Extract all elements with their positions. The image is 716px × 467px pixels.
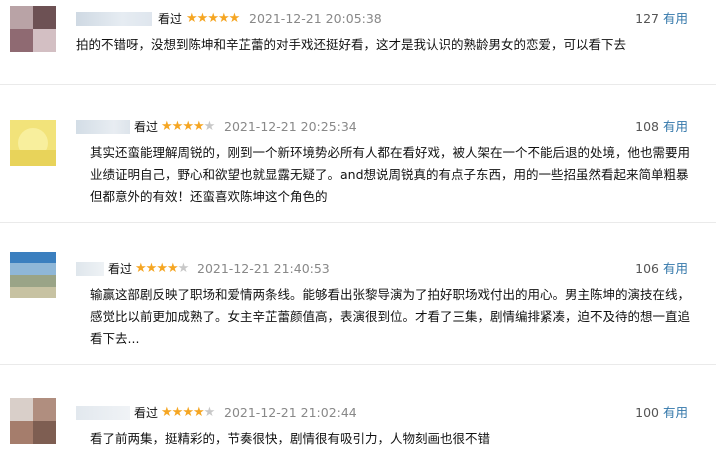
watched-label: 看过 [134,120,159,134]
useful-button[interactable]: 有用 [663,261,688,276]
star-filled-icon: ★ [182,405,194,420]
rating-stars: ★★★★★ [135,261,190,277]
star-empty-icon: ★ [203,405,216,420]
useful-votes: 106 有用 [635,261,688,277]
useful-button[interactable]: 有用 [663,119,688,134]
review-time: 2021-12-21 20:25:34 [224,119,357,134]
rating-stars: ★★★★★ [161,119,216,135]
star-filled-icon: ★ [161,119,173,134]
avatar[interactable] [10,6,56,52]
useful-votes: 127 有用 [635,11,688,27]
review-content: 拍的不错呀，没想到陈坤和辛芷蕾的对手戏还挺好看，这才是我认识的熟龄男女的恋爱，可… [76,37,627,52]
watched-label: 看过 [134,406,159,420]
username-blurred[interactable] [76,12,152,26]
star-filled-icon: ★ [171,405,184,420]
star-filled-icon: ★ [217,11,230,26]
rating-stars: ★★★★★ [186,11,241,27]
avatar[interactable] [10,252,56,298]
avatar[interactable] [10,120,56,166]
username-blurred[interactable] [76,262,104,276]
star-filled-icon: ★ [192,405,205,420]
divider [0,364,716,365]
useful-button[interactable]: 有用 [663,405,688,420]
review-time: 2021-12-21 21:02:44 [224,405,357,420]
star-filled-icon: ★ [186,11,198,26]
useful-count: 108 [635,119,659,134]
star-filled-icon: ★ [182,119,194,134]
review-content: 看了前两集，挺精彩的，节奏很快，剧情很有吸引力，人物刻画也很不错 [90,431,491,446]
review-time: 2021-12-21 21:40:53 [197,261,330,276]
watched-label: 看过 [108,262,133,276]
username-blurred[interactable] [76,406,130,420]
star-filled-icon: ★ [196,11,209,26]
review-content: 其实还蛮能理解周锐的，刚到一个新环境势必所有人都在看好戏，被人架在一个不能后退的… [90,145,691,204]
useful-votes: 108 有用 [635,119,688,135]
useful-votes: 100 有用 [635,405,688,421]
divider [0,84,716,85]
review-time: 2021-12-21 20:05:38 [249,11,382,26]
star-empty-icon: ★ [177,261,190,276]
avatar[interactable] [10,398,56,444]
star-filled-icon: ★ [171,119,184,134]
review-content: 输赢这部剧反映了职场和爱情两条线。能够看出张黎导演为了拍好职场戏付出的用心。男主… [90,287,691,346]
rating-stars: ★★★★★ [161,405,216,421]
star-filled-icon: ★ [192,119,205,134]
star-filled-icon: ★ [207,11,219,26]
useful-count: 100 [635,405,659,420]
star-empty-icon: ★ [203,119,216,134]
star-filled-icon: ★ [161,405,173,420]
star-filled-icon: ★ [228,11,241,26]
watched-label: 看过 [158,12,183,26]
useful-count: 127 [635,11,659,26]
star-filled-icon: ★ [135,261,147,276]
username-blurred[interactable] [76,120,130,134]
divider [0,222,716,223]
useful-button[interactable]: 有用 [663,11,688,26]
star-filled-icon: ★ [166,261,179,276]
useful-count: 106 [635,261,659,276]
star-filled-icon: ★ [156,261,168,276]
star-filled-icon: ★ [145,261,158,276]
